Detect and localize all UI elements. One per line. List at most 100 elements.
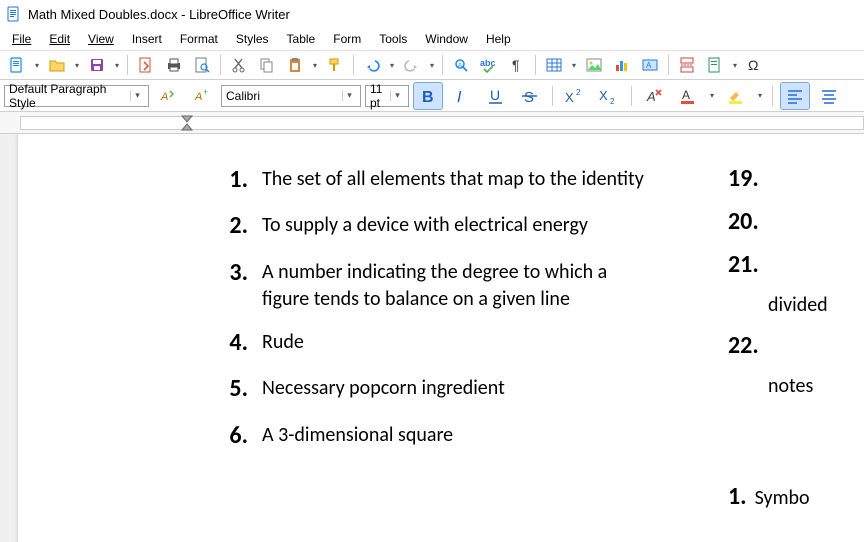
list-number[interactable]: 22. (728, 331, 864, 360)
list-number[interactable]: 20. (728, 207, 864, 236)
insert-field-button[interactable] (702, 52, 728, 78)
insert-table-button[interactable] (541, 52, 567, 78)
update-style-button[interactable]: A (153, 82, 183, 110)
list-number[interactable]: 19. (728, 164, 864, 193)
indent-marker-icon[interactable] (180, 112, 194, 134)
print-button[interactable] (161, 52, 187, 78)
italic-button[interactable]: I (447, 82, 477, 110)
left-column: 1. The set of all elements that map to t… (218, 164, 648, 466)
menu-window[interactable]: Window (417, 30, 476, 48)
insert-table-dropdown[interactable]: ▾ (569, 61, 579, 70)
list-number[interactable]: 21. (728, 250, 864, 279)
paste-dropdown[interactable]: ▾ (310, 61, 320, 70)
redo-dropdown[interactable]: ▾ (427, 61, 437, 70)
save-button[interactable] (84, 52, 110, 78)
underline-button[interactable]: U (481, 82, 511, 110)
paragraph-style-value: Default Paragraph Style (9, 82, 130, 110)
print-preview-button[interactable] (189, 52, 215, 78)
font-name-value: Calibri (226, 89, 342, 103)
separator (631, 86, 632, 106)
new-style-button[interactable]: A+ (187, 82, 217, 110)
font-color-button[interactable]: A (673, 82, 703, 110)
insert-special-char-button[interactable]: Ω (742, 52, 768, 78)
font-size-combo[interactable]: 11 pt ▾ (365, 85, 409, 107)
insert-textbox-button[interactable]: A (637, 52, 663, 78)
menu-help[interactable]: Help (478, 30, 519, 48)
text-fragment[interactable]: notes (768, 374, 864, 398)
list-item[interactable]: 1. The set of all elements that map to t… (218, 164, 648, 196)
cut-button[interactable] (226, 52, 252, 78)
bold-button[interactable]: B (413, 82, 443, 110)
paragraph-style-combo[interactable]: Default Paragraph Style ▾ (4, 85, 149, 107)
list-item[interactable]: 2. To supply a device with electrical en… (218, 210, 648, 242)
separator (442, 55, 443, 75)
list-text: Necessary popcorn ingredient (262, 373, 648, 405)
menu-styles[interactable]: Styles (228, 30, 277, 48)
menu-table[interactable]: Table (279, 30, 324, 48)
chevron-down-icon: ▾ (130, 90, 144, 101)
list-item[interactable]: 3. A number indicating the degree to whi… (218, 257, 648, 313)
copy-button[interactable] (254, 52, 280, 78)
menu-view[interactable]: View (80, 30, 122, 48)
right-column: 19. 20. 21. divided 22. notes 1. Symbo (728, 164, 864, 511)
list-text: A 3-dimensional square (262, 420, 648, 452)
font-name-combo[interactable]: Calibri ▾ (221, 85, 361, 107)
undo-button[interactable] (359, 52, 385, 78)
svg-text:2: 2 (610, 97, 615, 106)
list-number: 1. (218, 164, 262, 196)
new-button[interactable] (4, 52, 30, 78)
horizontal-ruler[interactable] (0, 112, 864, 134)
open-button[interactable] (44, 52, 70, 78)
list-item[interactable]: 6. A 3-dimensional square (218, 420, 648, 452)
menu-file[interactable]: File (4, 30, 39, 48)
svg-text:X: X (599, 88, 608, 103)
insert-image-button[interactable] (581, 52, 607, 78)
export-pdf-button[interactable] (133, 52, 159, 78)
list-item[interactable]: 1. Symbo (728, 482, 864, 511)
separator (772, 86, 773, 106)
separator (535, 55, 536, 75)
font-color-dropdown[interactable]: ▾ (707, 91, 717, 100)
menu-form[interactable]: Form (325, 30, 369, 48)
text-fragment[interactable]: divided (768, 293, 864, 317)
list-text: A number indicating the degree to which … (262, 257, 648, 313)
list-number: 2. (218, 210, 262, 242)
insert-field-dropdown[interactable]: ▾ (730, 61, 740, 70)
menu-edit[interactable]: Edit (41, 30, 78, 48)
document-area[interactable]: 1. The set of all elements that map to t… (0, 134, 864, 542)
strikethrough-button[interactable]: S (515, 82, 545, 110)
clone-format-button[interactable] (322, 52, 348, 78)
find-button[interactable]: A (448, 52, 474, 78)
align-center-button[interactable] (814, 82, 844, 110)
svg-text:S: S (524, 89, 534, 106)
svg-text:A: A (458, 63, 462, 69)
insert-pagebreak-button[interactable] (674, 52, 700, 78)
list-item[interactable]: 5. Necessary popcorn ingredient (218, 373, 648, 405)
menu-insert[interactable]: Insert (124, 30, 170, 48)
spellcheck-button[interactable]: abc (476, 52, 502, 78)
list-item[interactable]: 4. Rude (218, 327, 648, 359)
list-number: 5. (218, 373, 262, 405)
svg-text:A: A (646, 89, 656, 104)
menu-tools[interactable]: Tools (371, 30, 415, 48)
clear-format-button[interactable]: A (639, 82, 669, 110)
highlight-button[interactable] (721, 82, 751, 110)
insert-chart-button[interactable] (609, 52, 635, 78)
list-text: Rude (262, 327, 648, 359)
save-dropdown[interactable]: ▾ (112, 61, 122, 70)
chevron-down-icon: ▾ (342, 90, 356, 101)
undo-dropdown[interactable]: ▾ (387, 61, 397, 70)
new-dropdown[interactable]: ▾ (32, 61, 42, 70)
menu-format[interactable]: Format (172, 30, 226, 48)
redo-button[interactable] (399, 52, 425, 78)
window-title: Math Mixed Doubles.docx - LibreOffice Wr… (28, 7, 290, 22)
formatting-marks-button[interactable]: ¶ (504, 52, 530, 78)
paste-button[interactable] (282, 52, 308, 78)
align-left-button[interactable] (780, 82, 810, 110)
formatting-toolbar: Default Paragraph Style ▾ A A+ Calibri ▾… (0, 80, 864, 112)
subscript-button[interactable]: X2 (594, 82, 624, 110)
highlight-dropdown[interactable]: ▾ (755, 91, 765, 100)
separator (353, 55, 354, 75)
open-dropdown[interactable]: ▾ (72, 61, 82, 70)
superscript-button[interactable]: X2 (560, 82, 590, 110)
